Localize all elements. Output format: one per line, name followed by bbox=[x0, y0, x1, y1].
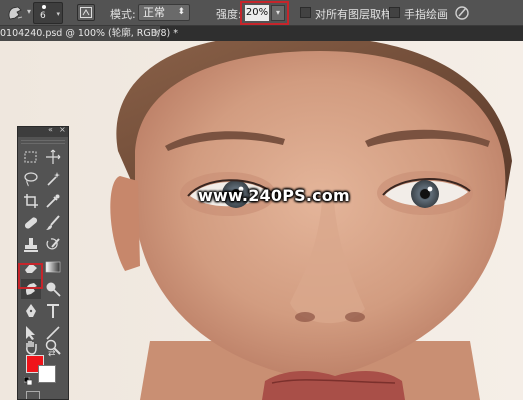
chevron-down-icon: ▾ bbox=[56, 10, 60, 18]
type-tool[interactable] bbox=[43, 301, 63, 321]
brush-tool[interactable] bbox=[43, 213, 63, 233]
history-brush-tool[interactable] bbox=[43, 235, 63, 255]
mode-select[interactable]: 正常 ⬍ bbox=[138, 4, 190, 21]
document-tab[interactable]: 0104240.psd @ 100% (轮廓, RGB/8) * × bbox=[0, 26, 178, 41]
background-color-swatch[interactable] bbox=[38, 365, 56, 383]
hand-tool[interactable] bbox=[21, 337, 41, 357]
strength-highlight-frame: 20% ▾ bbox=[240, 1, 289, 25]
crop-icon bbox=[24, 194, 38, 208]
mode-value: 正常 bbox=[143, 6, 165, 19]
brush-panel-icon bbox=[80, 7, 92, 18]
active-tool-highlight-frame bbox=[18, 263, 43, 289]
finger-painting-label: 手指绘画 bbox=[404, 8, 448, 21]
document-tab-bar: 0104240.psd @ 100% (轮廓, RGB/8) * × bbox=[0, 26, 523, 41]
strength-input[interactable]: 20% bbox=[245, 5, 269, 21]
pressure-icon[interactable] bbox=[453, 4, 471, 22]
lasso-tool[interactable] bbox=[21, 169, 41, 189]
brush-picker[interactable]: 6 ▾ bbox=[33, 2, 63, 24]
gradient-tool[interactable] bbox=[43, 257, 63, 277]
clone-stamp-tool[interactable] bbox=[21, 235, 41, 255]
eyedropper-icon bbox=[46, 194, 60, 208]
brush-tip-icon bbox=[42, 5, 46, 9]
portrait-photo bbox=[0, 41, 523, 400]
tool-preset-caret-icon[interactable]: ▾ bbox=[27, 7, 31, 16]
tools-panel-header[interactable]: « × bbox=[18, 125, 68, 137]
hand-icon bbox=[26, 341, 37, 355]
swap-colors-icon[interactable]: ⇄ bbox=[48, 349, 56, 359]
strength-dropdown-button[interactable]: ▾ bbox=[271, 5, 285, 21]
brush-panel-toggle-button[interactable] bbox=[77, 4, 95, 21]
pen-tool[interactable] bbox=[21, 301, 41, 321]
crop-tool[interactable] bbox=[21, 191, 41, 211]
document-tab-title: 0104240.psd @ 100% (轮廓, RGB/8) * bbox=[0, 28, 179, 39]
bandage-icon bbox=[24, 217, 38, 229]
magic-wand-icon bbox=[47, 172, 60, 186]
dodge-tool[interactable] bbox=[43, 279, 63, 299]
spot-healing-tool[interactable] bbox=[21, 213, 41, 233]
close-icon[interactable]: × bbox=[59, 125, 66, 134]
move-tool[interactable] bbox=[43, 147, 63, 167]
strength-label: 强度: bbox=[216, 8, 242, 21]
close-icon[interactable]: × bbox=[153, 26, 161, 41]
magic-wand-tool[interactable] bbox=[43, 169, 63, 189]
eyedropper-tool[interactable] bbox=[43, 191, 63, 211]
brush-icon bbox=[46, 215, 60, 230]
history-brush-icon bbox=[46, 238, 60, 250]
options-bar: ▾ 6 ▾ 模式: 正常 ⬍ 强度: 20% ▾ 对所有图层取样 手指绘画 bbox=[0, 0, 523, 26]
marquee-icon bbox=[24, 151, 37, 163]
collapse-icon[interactable]: « bbox=[48, 125, 53, 134]
finger-painting-checkbox[interactable] bbox=[389, 7, 400, 18]
smudge-tool-icon[interactable] bbox=[4, 3, 26, 23]
marquee-tool[interactable] bbox=[21, 147, 41, 167]
dodge-icon bbox=[46, 282, 61, 297]
gradient-icon bbox=[45, 261, 61, 273]
document-canvas[interactable]: www.240PS.com bbox=[0, 41, 523, 400]
mode-label: 模式: bbox=[110, 8, 136, 21]
sample-all-layers-label: 对所有图层取样 bbox=[315, 8, 392, 21]
default-colors-icon[interactable] bbox=[24, 377, 32, 385]
type-icon bbox=[47, 304, 59, 318]
brush-size-value: 6 bbox=[40, 11, 46, 21]
tools-panel: « × ⇄ bbox=[17, 125, 69, 400]
tools-panel-grip[interactable] bbox=[21, 140, 65, 144]
chevron-down-icon: ⬍ bbox=[177, 7, 185, 17]
watermark: www.240PS.com bbox=[198, 186, 350, 205]
stamp-icon bbox=[24, 238, 38, 252]
pen-icon bbox=[26, 304, 36, 317]
quick-mask-icon[interactable] bbox=[26, 391, 40, 399]
sample-all-layers-checkbox[interactable] bbox=[300, 7, 311, 18]
lasso-icon bbox=[24, 172, 38, 187]
move-icon bbox=[46, 149, 61, 164]
